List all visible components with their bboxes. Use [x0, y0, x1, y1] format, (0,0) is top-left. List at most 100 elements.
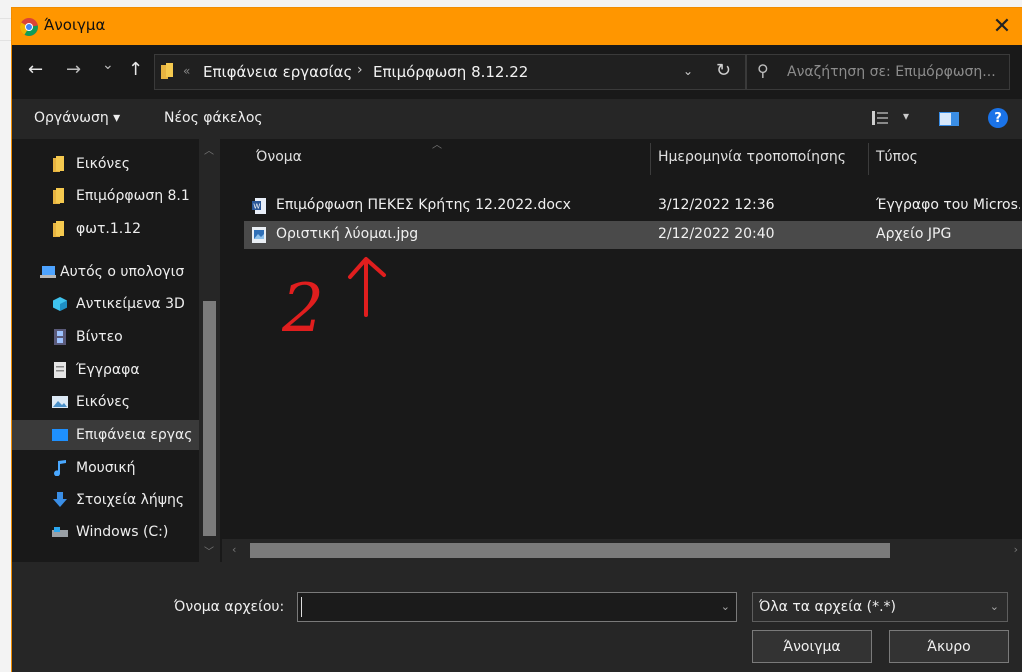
search-input[interactable]: Αναζήτηση σε: Επιμόρφωση...: [787, 64, 1005, 80]
folder-icon: [53, 156, 64, 172]
sidebar-item-this-pc[interactable]: Αυτός ο υπολογισ: [40, 257, 222, 287]
sidebar-item-label: φωτ.1.12: [76, 221, 142, 237]
up-button[interactable]: ↑: [128, 59, 143, 80]
sidebar-item-label: Εικόνες: [76, 156, 131, 172]
open-file-dialog: Άνοιγμα ✕ ← → ⌄ ↑ « Επιφάνεια εργασίας ›…: [12, 8, 1022, 672]
forward-button[interactable]: →: [66, 59, 81, 80]
drive-icon: [52, 527, 68, 537]
chevron-right-icon: ›: [357, 62, 363, 78]
image-file-icon: [252, 227, 266, 243]
sidebar-item-label: Μουσική: [76, 460, 136, 476]
navigation-bar: ← → ⌄ ↑ « Επιφάνεια εργασίας › Επιμόρφωσ…: [12, 45, 1022, 99]
sidebar-item-3d-objects[interactable]: Αντικείμενα 3D: [52, 289, 222, 319]
chevron-down-icon[interactable]: ⌄: [683, 64, 693, 78]
refresh-icon[interactable]: ↻: [716, 60, 731, 81]
address-overflow-icon: «: [183, 64, 191, 78]
sidebar-item-label: Windows (C:): [76, 524, 169, 540]
sidebar-item-label: Επιμόρφωση 8.1: [76, 188, 190, 204]
sidebar-scrollbar[interactable]: ︿ ﹀: [199, 139, 220, 562]
window-title: Άνοιγμα: [44, 16, 106, 34]
scroll-left-icon[interactable]: ‹: [232, 543, 236, 556]
cube-icon: [53, 297, 67, 311]
folder-icon: [161, 63, 173, 79]
sidebar-item-label: Έγγραφα: [76, 362, 140, 378]
scrollbar-thumb[interactable]: [203, 301, 216, 536]
sidebar-item-videos[interactable]: Βίντεο: [52, 322, 222, 352]
open-button[interactable]: Άνοιγμα: [752, 630, 872, 663]
scroll-up-icon[interactable]: ︿: [204, 142, 214, 157]
sidebar-item-label: Βίντεο: [76, 329, 123, 345]
column-header-name[interactable]: Όνομα: [256, 149, 302, 165]
text-caret: [301, 597, 302, 617]
view-options-icon[interactable]: [872, 111, 888, 125]
preview-pane-icon[interactable]: [939, 112, 959, 126]
filename-label: Όνομα αρχείου:: [174, 599, 285, 615]
file-date: 2/12/2022 20:40: [658, 226, 775, 242]
file-list: ︿ Όνομα Ημερομηνία τροποποίησης Τύπος W …: [222, 139, 1022, 562]
recent-locations-button[interactable]: ⌄: [102, 57, 114, 73]
sidebar-item-music[interactable]: Μουσική: [52, 453, 222, 483]
download-icon: [53, 492, 67, 507]
address-bar[interactable]: « Επιφάνεια εργασίας › Επιμόρφωση 8.12.2…: [154, 54, 746, 90]
sidebar-item-downloads[interactable]: Στοιχεία λήψης: [52, 485, 222, 515]
music-icon: [54, 460, 66, 476]
search-box[interactable]: ⚲ Αναζήτηση σε: Επιμόρφωση...: [746, 54, 1010, 90]
close-icon: ✕: [992, 14, 1012, 39]
sidebar-item-label: Αυτός ο υπολογισ: [60, 264, 185, 280]
sidebar-item-label: Επιφάνεια εργας: [76, 427, 193, 443]
file-row-docx[interactable]: W Επιμόρφωση ΠΕΚΕΣ Κρήτης 12.2022.docx 3…: [244, 192, 1022, 220]
command-toolbar: Οργάνωση ▾ Νέος φάκελος ▾ ?: [12, 99, 1022, 139]
sidebar-item-photos-folder[interactable]: φωτ.1.12: [52, 214, 222, 244]
sidebar-item-pictures[interactable]: Εικόνες: [52, 149, 222, 179]
new-folder-button[interactable]: Νέος φάκελος: [164, 110, 263, 126]
scroll-right-icon[interactable]: ›: [1014, 543, 1018, 556]
picture-icon: [52, 396, 68, 408]
cancel-button[interactable]: Άκυρο: [889, 630, 1009, 663]
desktop-icon: [52, 429, 68, 441]
annotation-number: 2: [282, 270, 324, 343]
sidebar-item-training-folder[interactable]: Επιμόρφωση 8.1: [52, 181, 222, 211]
breadcrumb-desktop[interactable]: Επιφάνεια εργασίας: [203, 63, 352, 81]
horizontal-scrollbar[interactable]: ‹ ›: [222, 539, 1022, 562]
search-icon: ⚲: [757, 61, 769, 80]
close-button[interactable]: ✕: [982, 8, 1022, 45]
computer-icon: [40, 266, 56, 278]
help-icon[interactable]: ?: [988, 108, 1008, 128]
column-header-date[interactable]: Ημερομηνία τροποποίησης: [658, 149, 846, 165]
title-bar: Άνοιγμα ✕: [12, 8, 1022, 45]
sidebar-item-label: Στοιχεία λήψης: [76, 492, 185, 508]
filetype-select[interactable]: Όλα τα αρχεία (*.*) ⌄: [752, 592, 1008, 622]
filetype-value: Όλα τα αρχεία (*.*): [759, 599, 897, 615]
film-icon: [54, 329, 66, 345]
word-doc-icon: W: [252, 198, 266, 214]
file-name: Επιμόρφωση ΠΕΚΕΣ Κρήτης 12.2022.docx: [276, 197, 571, 213]
chevron-down-icon[interactable]: ⌄: [721, 600, 730, 613]
sidebar-item-desktop[interactable]: Επιφάνεια εργας: [12, 420, 199, 450]
back-button[interactable]: ←: [28, 59, 43, 80]
sort-ascending-icon: ︿: [432, 140, 442, 151]
column-divider[interactable]: [650, 143, 651, 175]
sidebar-item-pictures-library[interactable]: Εικόνες: [52, 387, 222, 417]
chrome-icon: [20, 18, 38, 36]
scrollbar-thumb[interactable]: [250, 543, 890, 558]
file-row-jpg[interactable]: Οριστική λύομαι.jpg 2/12/2022 20:40 Αρχε…: [244, 221, 1022, 249]
file-type: Έγγραφο του Micros...: [876, 197, 1020, 213]
file-date: 3/12/2022 12:36: [658, 197, 775, 213]
document-icon: [54, 362, 66, 378]
navigation-pane: Εικόνες Επιμόρφωση 8.1 φωτ.1.12 Αυτός ο …: [12, 139, 222, 562]
sidebar-item-label: Αντικείμενα 3D: [76, 296, 185, 312]
sidebar-item-documents[interactable]: Έγγραφα: [52, 355, 222, 385]
svg-text:W: W: [254, 204, 261, 211]
organize-button[interactable]: Οργάνωση ▾: [34, 110, 120, 126]
file-name: Οριστική λύομαι.jpg: [276, 226, 419, 242]
folder-icon: [53, 188, 64, 204]
column-divider[interactable]: [868, 143, 869, 175]
view-dropdown-icon[interactable]: ▾: [903, 109, 909, 123]
chevron-down-icon: ⌄: [989, 600, 999, 613]
sidebar-item-windows-drive[interactable]: Windows (C:): [52, 517, 222, 547]
column-header-type[interactable]: Τύπος: [876, 149, 918, 165]
dialog-footer: Όνομα αρχείου: ⌄ Όλα τα αρχεία (*.*) ⌄ Ά…: [12, 562, 1022, 672]
breadcrumb-folder[interactable]: Επιμόρφωση 8.12.22: [373, 63, 528, 81]
filename-input[interactable]: ⌄: [297, 592, 737, 622]
scroll-down-icon[interactable]: ﹀: [204, 543, 214, 558]
